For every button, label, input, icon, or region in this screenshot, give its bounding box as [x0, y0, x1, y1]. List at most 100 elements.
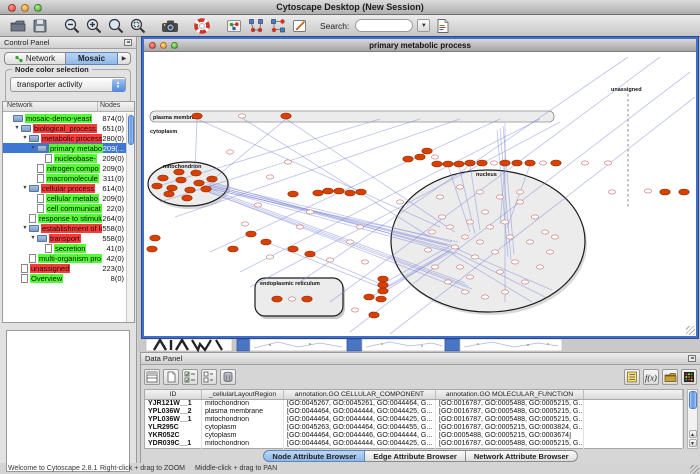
network-node[interactable]: [288, 246, 298, 252]
open-icon[interactable]: [8, 16, 28, 36]
network-node[interactable]: [246, 231, 256, 237]
node-color-dropdown[interactable]: transporter activity ▲▼: [10, 77, 126, 92]
select-attributes-icon[interactable]: [182, 369, 198, 385]
network-node[interactable]: [326, 258, 333, 262]
network-node[interactable]: [226, 150, 233, 154]
attribute-list-icon[interactable]: [624, 369, 640, 385]
network-node[interactable]: [288, 297, 295, 301]
network-node[interactable]: [306, 210, 313, 214]
tab-network[interactable]: Network: [4, 52, 66, 65]
network-node[interactable]: [431, 265, 438, 269]
save-icon[interactable]: [30, 16, 50, 36]
network-node[interactable]: [456, 185, 463, 189]
network-node[interactable]: [477, 160, 487, 166]
network-node[interactable]: [238, 114, 245, 118]
network-node[interactable]: [415, 154, 425, 160]
tree-row-cell-communicat[interactable]: cell communicat22(0): [3, 203, 126, 213]
tree-row-response-to-stimulu[interactable]: response to stimulu264(0): [3, 213, 126, 223]
new-attribute-icon[interactable]: [163, 369, 179, 385]
network-node[interactable]: [147, 246, 157, 252]
network-node[interactable]: [266, 255, 273, 259]
table-column-header[interactable]: _cellularLayoutRegion: [202, 390, 284, 399]
network-node[interactable]: [604, 161, 611, 165]
network-node[interactable]: [551, 160, 561, 166]
network-node[interactable]: [581, 161, 588, 165]
tab-network-attribute-browser[interactable]: Network Attribute Browser: [466, 450, 578, 462]
import-attributes-icon[interactable]: [662, 369, 678, 385]
tree-row-overview[interactable]: Overview8(0): [3, 273, 126, 283]
scroll-up-icon[interactable]: ▲: [689, 430, 697, 438]
unselect-attributes-icon[interactable]: [201, 369, 217, 385]
network-node[interactable]: [516, 200, 523, 204]
plugins-icon[interactable]: [224, 16, 244, 36]
network-node[interactable]: [506, 235, 513, 239]
table-row[interactable]: YKR052Ccytoplasm[GO:0044464, GO:0044446,…: [145, 432, 683, 440]
network-edge[interactable]: [215, 119, 286, 178]
network-node[interactable]: [351, 308, 358, 312]
tab-node-attribute-browser[interactable]: Node Attribute Browser: [263, 450, 365, 462]
network-node[interactable]: [516, 190, 523, 194]
network-node[interactable]: [511, 260, 518, 264]
network-node[interactable]: [486, 225, 493, 229]
network-node[interactable]: [378, 276, 388, 282]
network-node[interactable]: [660, 189, 670, 195]
network-node[interactable]: [443, 161, 453, 167]
network-node[interactable]: [356, 189, 366, 195]
table-row[interactable]: YLR295Ccytoplasm[GO:0045263, GO:0044464,…: [145, 424, 683, 432]
network-node[interactable]: [444, 280, 451, 284]
float-panel-icon[interactable]: [688, 355, 696, 362]
network-node[interactable]: [521, 280, 528, 284]
network-node[interactable]: [500, 160, 510, 166]
network-node[interactable]: [356, 225, 363, 229]
tree-row-establishment-of-lo[interactable]: ▼establishment of lo558(0): [3, 223, 126, 233]
network-node[interactable]: [424, 248, 431, 252]
network-node[interactable]: [284, 160, 291, 164]
network-node[interactable]: [454, 161, 464, 167]
network-node[interactable]: [608, 190, 615, 194]
network-node[interactable]: [185, 187, 195, 193]
network-node[interactable]: [346, 240, 353, 244]
network-node[interactable]: [191, 170, 201, 176]
network-node[interactable]: [228, 246, 238, 252]
network-node[interactable]: [490, 161, 497, 165]
network-node[interactable]: [679, 189, 689, 195]
network-node[interactable]: [152, 183, 162, 189]
help-icon[interactable]: [192, 16, 212, 36]
network-node[interactable]: [378, 282, 388, 288]
scroll-down-icon[interactable]: ▼: [689, 439, 697, 447]
zoom-fit-icon[interactable]: [106, 16, 126, 36]
network-node[interactable]: [272, 296, 282, 302]
network-node[interactable]: [254, 203, 261, 207]
network-node[interactable]: [428, 230, 435, 234]
tab-edge-attribute-browser[interactable]: Edge Attribute Browser: [365, 450, 465, 462]
table-scrollbar[interactable]: ▲ ▼: [687, 389, 698, 449]
tree-row-metabolic-process[interactable]: ▼metabolic process280(0): [3, 133, 126, 143]
zoom-selected-icon[interactable]: [128, 16, 148, 36]
tree-row-unassigned[interactable]: unassigned223(0): [3, 263, 126, 273]
tree-row-primary-metabo[interactable]: ▼primary metabo209(...: [3, 143, 126, 153]
session-details-icon[interactable]: [432, 16, 452, 36]
network-node[interactable]: [305, 251, 315, 257]
network-node[interactable]: [456, 265, 463, 269]
network-node[interactable]: [501, 220, 508, 224]
network-node[interactable]: [361, 260, 368, 264]
network-node[interactable]: [644, 189, 651, 193]
zoom-in-icon[interactable]: [84, 16, 104, 36]
network-node[interactable]: [403, 156, 413, 162]
birds-eye-view[interactable]: [6, 330, 130, 472]
minimize-view-icon[interactable]: [160, 42, 167, 49]
network-node[interactable]: [438, 215, 445, 219]
zoom-view-icon[interactable]: [171, 42, 178, 49]
network-node[interactable]: [150, 235, 160, 241]
network-node[interactable]: [466, 275, 473, 279]
minimize-window-icon[interactable]: [21, 4, 29, 12]
network-node[interactable]: [345, 190, 355, 196]
search-dropdown[interactable]: ▼: [417, 19, 430, 32]
tree-row-nucleobase-[interactable]: nucleobase-209(0): [3, 153, 126, 163]
tree-row-cellular-metabo[interactable]: cellular metabo209(0): [3, 193, 126, 203]
tree-row-cellular-process[interactable]: ▼cellular process614(0): [3, 183, 126, 193]
network-node[interactable]: [164, 191, 174, 197]
table-row[interactable]: YDR039C__1mitochondrion[GO:0044464, GO:0…: [145, 440, 683, 448]
network-node[interactable]: [496, 195, 503, 199]
network-node[interactable]: [334, 188, 344, 194]
